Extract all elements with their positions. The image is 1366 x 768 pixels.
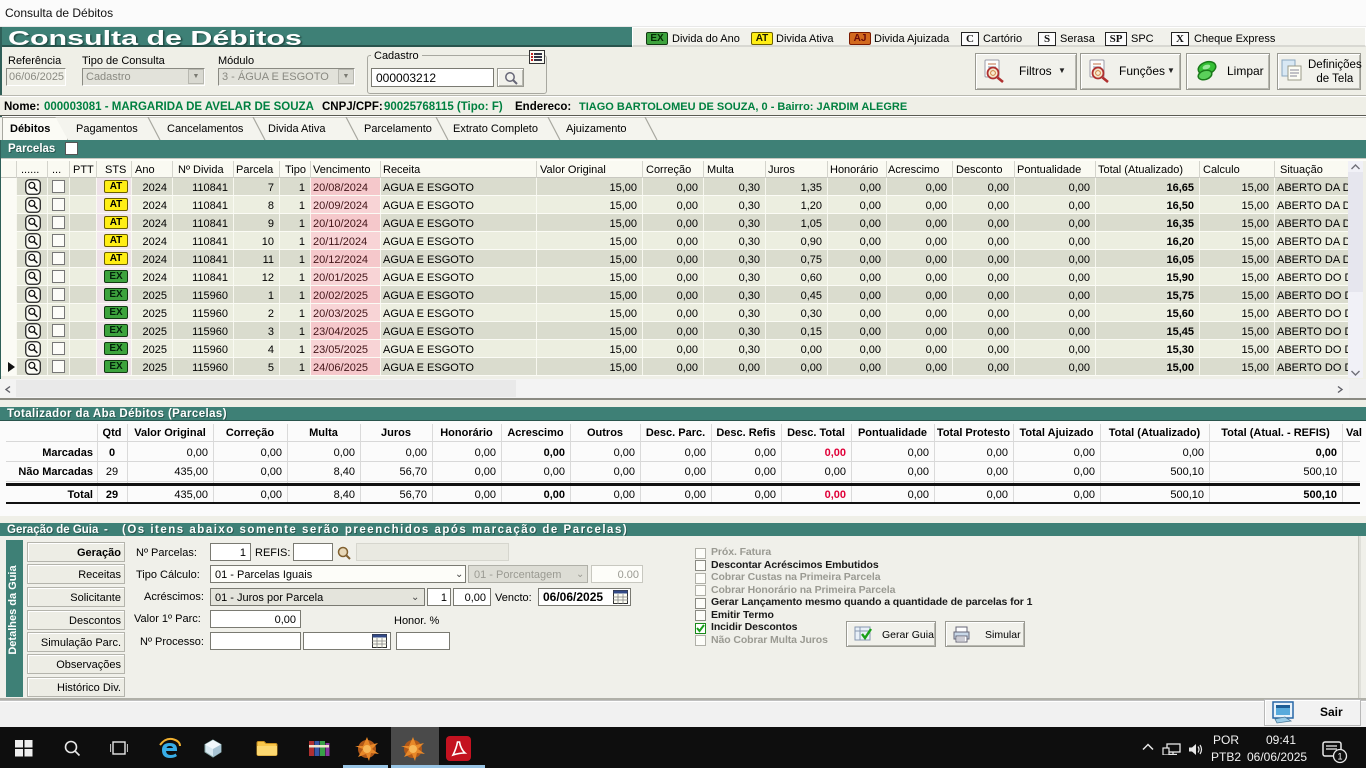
svg-text:1: 1 bbox=[1337, 752, 1342, 762]
